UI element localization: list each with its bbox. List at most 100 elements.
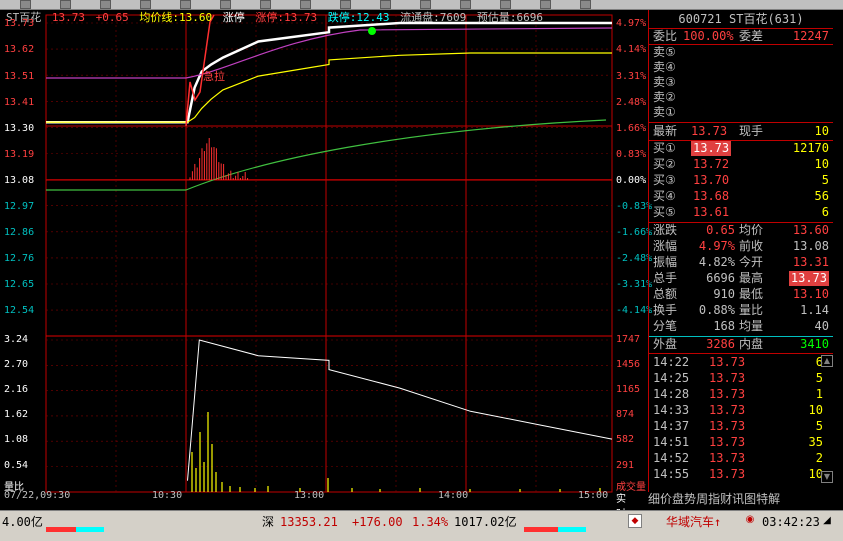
stat-value: 6696 <box>706 271 735 285</box>
toolbar-icon[interactable] <box>220 0 231 9</box>
tab[interactable]: 周 <box>696 492 708 506</box>
toolbar-icon[interactable] <box>100 0 111 9</box>
pct-tick: 3.31% <box>616 71 647 82</box>
volume-tick-right: 874 <box>616 409 635 420</box>
tab[interactable]: 特 <box>756 492 768 506</box>
tab[interactable]: 财 <box>720 492 732 506</box>
toolbar-icon[interactable] <box>500 0 511 9</box>
volume-tick: 2.70 <box>4 359 29 370</box>
weibi-label: 委比 <box>653 29 678 43</box>
latest-row: 最新 13.73 现手 10 <box>653 124 829 139</box>
limit-up-value: 13.73 <box>284 11 318 24</box>
connection-icon: ◉ <box>745 514 755 525</box>
xianshou-label: 现手 <box>739 124 764 138</box>
outer-inner-row: 外盘 3286 内盘 3410 <box>653 337 829 352</box>
price-tick: 13.19 <box>4 149 35 160</box>
news-icon[interactable]: ◆ <box>628 514 642 528</box>
toolbar-icon[interactable] <box>300 0 311 9</box>
toolbar-icon[interactable] <box>20 0 31 9</box>
toolbar-icon[interactable] <box>420 0 431 9</box>
toolbar <box>0 0 843 10</box>
est-value: 6696 <box>516 11 544 24</box>
volume-tick: 2.16 <box>4 384 29 395</box>
toolbar-icon[interactable] <box>260 0 271 9</box>
toolbar-icon[interactable] <box>380 0 391 9</box>
buy-row-4[interactable]: 买④ 13.68 56 <box>653 189 829 204</box>
sell-row-2[interactable]: 卖② <box>653 90 829 105</box>
limit-down-label: 跌停: <box>327 11 357 24</box>
tick-row: 14:52 13.73 2 <box>653 451 823 466</box>
status-bar: 4.00亿 深 13353.21 +176.00 1.34% 1017.02亿 … <box>0 510 843 541</box>
sell-row-4[interactable]: 卖④ <box>653 60 829 75</box>
tab[interactable]: 解 <box>768 492 780 506</box>
tab[interactable]: 价 <box>660 492 672 506</box>
pct-tick: 4.14% <box>616 44 647 55</box>
tab[interactable]: 指 <box>708 492 720 506</box>
tick-time: 14:55 <box>653 467 690 481</box>
toolbar-icon[interactable] <box>580 0 591 9</box>
stat-value: 168 <box>713 319 735 333</box>
intraday-chart[interactable] <box>0 10 648 502</box>
buy-vol: 10 <box>814 157 829 171</box>
index-amount: 1017.02亿 <box>454 515 517 529</box>
neipan-value: 3410 <box>800 337 829 351</box>
pct-tick: -0.83% <box>616 201 653 212</box>
toolbar-icon[interactable] <box>140 0 151 9</box>
price-value: 13.73 <box>51 11 85 24</box>
stat-value: 4.97% <box>698 239 735 253</box>
resize-grip-icon[interactable]: ◢ <box>820 515 834 529</box>
limit-up-label: 涨停: <box>255 11 284 24</box>
price-tick: 12.86 <box>4 227 35 238</box>
weicha-value: 12247 <box>792 29 829 43</box>
clock: 03:42:23 <box>762 515 820 529</box>
buy-row-5[interactable]: 买⑤ 13.61 6 <box>653 205 829 220</box>
tab[interactable]: 盘 <box>672 492 684 506</box>
sell-row-3[interactable]: 卖③ <box>653 75 829 90</box>
weibi-row: 委比 100.00% 委差 12247 <box>653 29 829 44</box>
stat-row: 总额 910 最低 13.10 <box>653 287 829 302</box>
buy-row-1[interactable]: 买① 13.73 12170 <box>653 141 829 156</box>
float-value: 7609 <box>439 11 467 24</box>
toolbar-icon[interactable] <box>460 0 471 9</box>
avg-value: 13.60 <box>179 11 213 24</box>
tick-price: 13.73 <box>709 371 746 385</box>
pct-tick: -3.31% <box>616 279 653 290</box>
stat-label: 量比 <box>739 303 764 317</box>
scroll-down-icon[interactable]: ▼ <box>821 471 833 483</box>
market-label: 深 <box>262 515 275 529</box>
toolbar-icon[interactable] <box>180 0 191 9</box>
buy-label: 买② <box>653 157 676 171</box>
tick-vol: 1 <box>815 387 823 401</box>
time-label: 15:00 <box>578 490 609 501</box>
stat-label: 涨幅 <box>653 239 678 253</box>
tab[interactable]: 细 <box>648 492 660 506</box>
stat-value: 40 <box>814 319 829 333</box>
stat-row: 涨幅 4.97% 前收 13.08 <box>653 239 829 254</box>
buy-row-3[interactable]: 买③ 13.70 5 <box>653 173 829 188</box>
time-label: 10:30 <box>152 490 183 501</box>
series-line-avg <box>46 52 612 123</box>
sell-label: 卖② <box>653 90 676 104</box>
price-tick: 12.65 <box>4 279 35 290</box>
stat-value: 13.60 <box>792 223 829 237</box>
sell-row-1[interactable]: 卖① <box>653 105 829 120</box>
tick-vol: 5 <box>815 419 823 433</box>
tab[interactable]: 图 <box>744 492 756 506</box>
stat-label: 今开 <box>739 255 764 269</box>
stat-value: 13.31 <box>792 255 829 269</box>
toolbar-icon[interactable] <box>60 0 71 9</box>
sell-row-5[interactable]: 卖⑤ <box>653 45 829 60</box>
tab[interactable]: 讯 <box>732 492 744 506</box>
volume-tick: 1.08 <box>4 434 29 445</box>
buy-row-2[interactable]: 买② 13.72 10 <box>653 157 829 172</box>
toolbar-icon[interactable] <box>540 0 551 9</box>
news-ticker[interactable]: 华域汽车↑ <box>666 515 721 529</box>
toolbar-icon[interactable] <box>340 0 351 9</box>
volume-tick-right: 582 <box>616 434 635 445</box>
scroll-up-icon[interactable]: ▲ <box>821 355 833 367</box>
tick-time: 14:25 <box>653 371 690 385</box>
stat-label: 振幅 <box>653 255 678 269</box>
price-tick: 12.54 <box>4 305 35 316</box>
stock-index: (631) <box>767 12 804 26</box>
tab[interactable]: 势 <box>684 492 696 506</box>
